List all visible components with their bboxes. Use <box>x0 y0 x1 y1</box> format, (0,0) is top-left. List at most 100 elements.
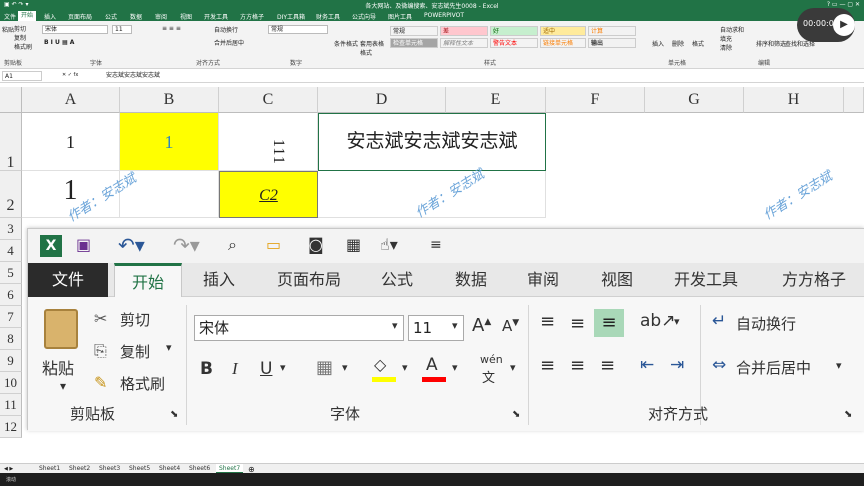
redo-icon[interactable]: ↷▾ <box>173 232 200 258</box>
tab-review[interactable]: 审阅 <box>155 12 167 21</box>
paste-button[interactable]: 粘贴 <box>42 355 74 379</box>
table-format-small[interactable]: 套用表格格式 <box>360 39 386 57</box>
paste-dropdown-icon[interactable]: ▾ <box>60 379 66 393</box>
font-color-icon[interactable]: A <box>426 355 438 375</box>
touch-mode-icon[interactable]: ☝▾ <box>380 232 398 258</box>
zoom-tab-review[interactable]: 审阅 <box>512 263 574 297</box>
font-name-select-small[interactable]: 宋体 <box>42 25 108 34</box>
print-preview-icon[interactable]: ⌕ <box>228 232 237 258</box>
cell-c2[interactable]: C2 <box>219 171 318 218</box>
tab-fangfang[interactable]: 方方格子 <box>240 12 264 21</box>
tab-data[interactable]: 数据 <box>130 12 142 21</box>
underline-icon[interactable]: U <box>260 359 272 379</box>
copy-button[interactable]: 复制 <box>120 341 150 362</box>
merge-dropdown-icon[interactable]: ▾ <box>836 359 842 372</box>
tab-view[interactable]: 视图 <box>180 12 192 21</box>
tab-finance[interactable]: 财务工具 <box>316 12 340 21</box>
tab-file[interactable]: 文件 <box>4 12 16 21</box>
row-header-8[interactable]: 8 <box>0 328 22 350</box>
style-warning[interactable]: 警告文本 <box>490 38 538 48</box>
row-header-5[interactable]: 5 <box>0 262 22 284</box>
sort-filter-small[interactable]: 排序和筛选 <box>756 39 786 48</box>
row-header-10[interactable]: 10 <box>0 372 22 394</box>
column-header-d[interactable]: D <box>318 87 446 113</box>
zoom-tab-formulas[interactable]: 公式 <box>366 263 428 297</box>
zoom-tab-view[interactable]: 视图 <box>584 263 650 297</box>
phonetic-dropdown-icon[interactable]: ▾ <box>510 361 516 374</box>
bold-icon[interactable]: B <box>200 359 213 379</box>
tab-diy[interactable]: DIY工具箱 <box>277 12 305 21</box>
cell-b1[interactable]: 1 <box>120 113 219 171</box>
tab-insert[interactable]: 插入 <box>44 12 56 21</box>
style-bad[interactable]: 差 <box>440 26 488 36</box>
row-header-6[interactable]: 6 <box>0 284 22 306</box>
paste-icon[interactable] <box>44 309 78 349</box>
format-painter-button[interactable]: 格式刷 <box>120 373 165 394</box>
zoom-tab-page-layout[interactable]: 页面布局 <box>260 263 358 297</box>
zoom-tab-file[interactable]: 文件 <box>28 263 108 297</box>
cell-c1[interactable]: 111 <box>219 113 318 171</box>
open-folder-icon[interactable]: ▭ <box>266 232 281 258</box>
font-name-select[interactable]: 宋体 <box>194 315 404 341</box>
style-linked-cell[interactable]: 链接单元格 <box>540 38 586 48</box>
align-right-icon[interactable]: ≡ <box>600 355 615 376</box>
column-header-f[interactable]: F <box>546 87 645 113</box>
zoom-tab-data[interactable]: 数据 <box>438 263 504 297</box>
tab-page-layout[interactable]: 页面布局 <box>68 12 92 21</box>
column-header-e[interactable]: E <box>446 87 546 113</box>
style-neutral[interactable]: 适中 <box>540 26 586 36</box>
customize-qat-icon[interactable]: ≡ <box>430 232 442 258</box>
font-launcher-icon[interactable]: ⬊ <box>512 409 520 420</box>
undo-icon[interactable]: ↶▾ <box>118 232 145 258</box>
fill-color-icon[interactable]: ◇ <box>374 355 386 374</box>
increase-font-icon[interactable]: A▲ <box>472 315 491 336</box>
merge-center-button[interactable]: 合并后居中 <box>736 357 811 378</box>
phonetic-guide-icon[interactable]: 文 <box>482 367 495 386</box>
italic-icon[interactable]: I <box>232 359 238 379</box>
bold-icon-small[interactable]: B I U ▦ A <box>44 39 74 46</box>
zoom-tab-insert[interactable]: 插入 <box>188 263 250 297</box>
alignment-launcher-icon[interactable]: ⬊ <box>844 409 852 420</box>
font-color-dropdown-icon[interactable]: ▾ <box>452 361 458 374</box>
style-normal[interactable]: 常规 <box>390 26 438 36</box>
save-icon[interactable]: ▣ <box>76 232 91 258</box>
style-calculation[interactable]: 计算 <box>588 26 636 36</box>
column-header-h[interactable]: H <box>744 87 844 113</box>
fill-small[interactable]: 填充 <box>720 34 732 43</box>
row-header-3[interactable]: 3 <box>0 218 22 240</box>
merge-center-icon[interactable]: ⇔ <box>712 355 726 375</box>
row-header-9[interactable]: 9 <box>0 350 22 372</box>
sheet-nav-icon[interactable]: ◀ ▶ <box>4 466 13 472</box>
wrap-text-button[interactable]: 自动换行 <box>736 313 796 334</box>
camera-icon[interactable]: ◙ <box>308 232 324 258</box>
style-check-cell[interactable]: 检查单元格 <box>390 38 438 48</box>
cell-d1-merged[interactable]: 安志斌安志斌安志斌 <box>318 113 546 171</box>
copy-icon[interactable]: ⎘ <box>94 341 107 361</box>
font-size-dropdown-icon[interactable]: ▾ <box>452 319 458 332</box>
tab-powerpivot[interactable]: POWERPIVOT <box>424 12 464 19</box>
tab-formulas[interactable]: 公式 <box>105 12 117 21</box>
row-header-11[interactable]: 11 <box>0 394 22 416</box>
tab-home[interactable]: 开始 <box>18 11 37 21</box>
column-header-b[interactable]: B <box>120 87 219 113</box>
formula-input[interactable]: 安志斌安志斌安志斌 <box>106 71 856 81</box>
style-output[interactable]: 输出 <box>588 38 636 48</box>
format-cells-small[interactable]: 格式 <box>692 39 704 48</box>
play-icon[interactable]: ▶ <box>833 14 855 36</box>
align-left-icon[interactable]: ≡ <box>540 355 555 376</box>
row-header-12[interactable]: 12 <box>0 416 22 438</box>
name-box[interactable]: A1 <box>2 71 42 81</box>
border-dropdown-icon[interactable]: ▾ <box>342 361 348 374</box>
merge-center-small[interactable]: 合并后居中 <box>214 38 244 47</box>
cut-button-small[interactable]: 剪切 <box>14 24 26 33</box>
style-explanatory[interactable]: 解释性文本 <box>440 38 488 48</box>
tab-formula-wizard[interactable]: 公式向导 <box>352 12 376 21</box>
font-size-select-small[interactable]: 11 <box>112 25 132 34</box>
tab-picture-tools[interactable]: 图片工具 <box>388 12 412 21</box>
align-middle-icon[interactable]: ≡ <box>570 313 585 334</box>
row-header-1[interactable]: 1 <box>0 113 22 171</box>
font-name-dropdown-icon[interactable]: ▾ <box>392 319 398 332</box>
autosum-small[interactable]: 自动求和 <box>720 25 744 34</box>
border-icon[interactable]: ▦ <box>316 357 333 378</box>
underline-dropdown-icon[interactable]: ▾ <box>280 361 286 374</box>
